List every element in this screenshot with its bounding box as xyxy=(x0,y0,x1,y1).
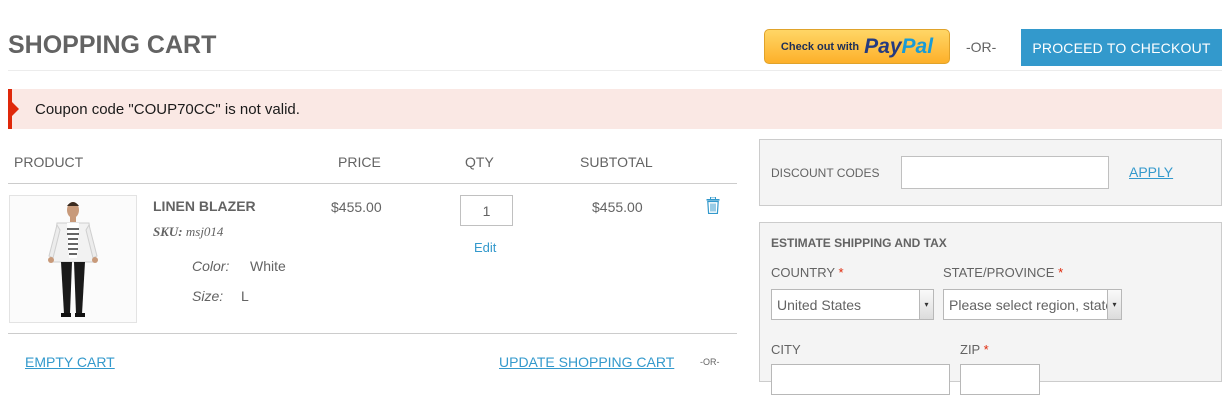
city-input[interactable] xyxy=(771,364,950,395)
product-name-link[interactable]: LINEN BLAZER xyxy=(153,198,256,214)
empty-cart-button[interactable]: EMPTY CART xyxy=(25,354,115,370)
column-header-qty: QTY xyxy=(465,154,494,170)
proceed-to-checkout-button[interactable]: PROCEED TO CHECKOUT xyxy=(1021,29,1222,66)
discount-code-input[interactable] xyxy=(901,156,1109,189)
city-label: CITY xyxy=(771,342,801,357)
or-separator: -OR- xyxy=(966,39,997,55)
zip-input[interactable] xyxy=(960,364,1040,395)
country-select[interactable]: United States ▾ xyxy=(771,289,934,320)
item-price: $455.00 xyxy=(331,199,382,215)
state-province-label: STATE/PROVINCE * xyxy=(943,265,1064,280)
paypal-checkout-button[interactable]: Check out with PayPal xyxy=(764,29,950,64)
option-label-size: Size: xyxy=(192,288,224,304)
zip-label: ZIP * xyxy=(960,342,989,357)
error-indicator-icon xyxy=(12,102,19,116)
paypal-small-text: Check out with xyxy=(780,40,860,53)
item-subtotal: $455.00 xyxy=(592,199,643,215)
apply-discount-button[interactable]: APPLY xyxy=(1129,164,1173,180)
error-message-text: Coupon code "COUP70CC" is not valid. xyxy=(35,101,300,118)
discount-codes-label: DISCOUNT CODES xyxy=(771,166,880,180)
or-separator-small: -OR- xyxy=(700,357,720,367)
update-shopping-cart-button[interactable]: UPDATE SHOPPING CART xyxy=(499,354,674,370)
option-label-color: Color: xyxy=(192,258,230,274)
product-sku: SKU: msj014 xyxy=(153,224,224,239)
option-value-color: White xyxy=(250,258,286,274)
trash-icon[interactable] xyxy=(706,196,720,215)
estimate-shipping-title: ESTIMATE SHIPPING AND TAX xyxy=(771,236,947,250)
column-header-subtotal: SUBTOTAL xyxy=(580,154,653,170)
paypal-logo: PayPal xyxy=(864,34,934,58)
option-value-size: L xyxy=(241,288,249,304)
chevron-down-icon: ▾ xyxy=(1107,290,1121,319)
quantity-input[interactable] xyxy=(460,195,513,226)
table-row-divider xyxy=(8,333,737,334)
country-label: COUNTRY * xyxy=(771,265,844,280)
header-divider xyxy=(8,70,1222,71)
edit-item-link[interactable]: Edit xyxy=(474,240,496,255)
state-province-select[interactable]: Please select region, state or province … xyxy=(943,289,1122,320)
chevron-down-icon: ▾ xyxy=(919,290,933,319)
column-header-price: PRICE xyxy=(338,154,381,170)
column-header-product: PRODUCT xyxy=(14,154,84,170)
table-header-divider xyxy=(8,183,737,184)
page-title: SHOPPING CART xyxy=(8,31,217,59)
product-image[interactable] xyxy=(9,195,137,323)
